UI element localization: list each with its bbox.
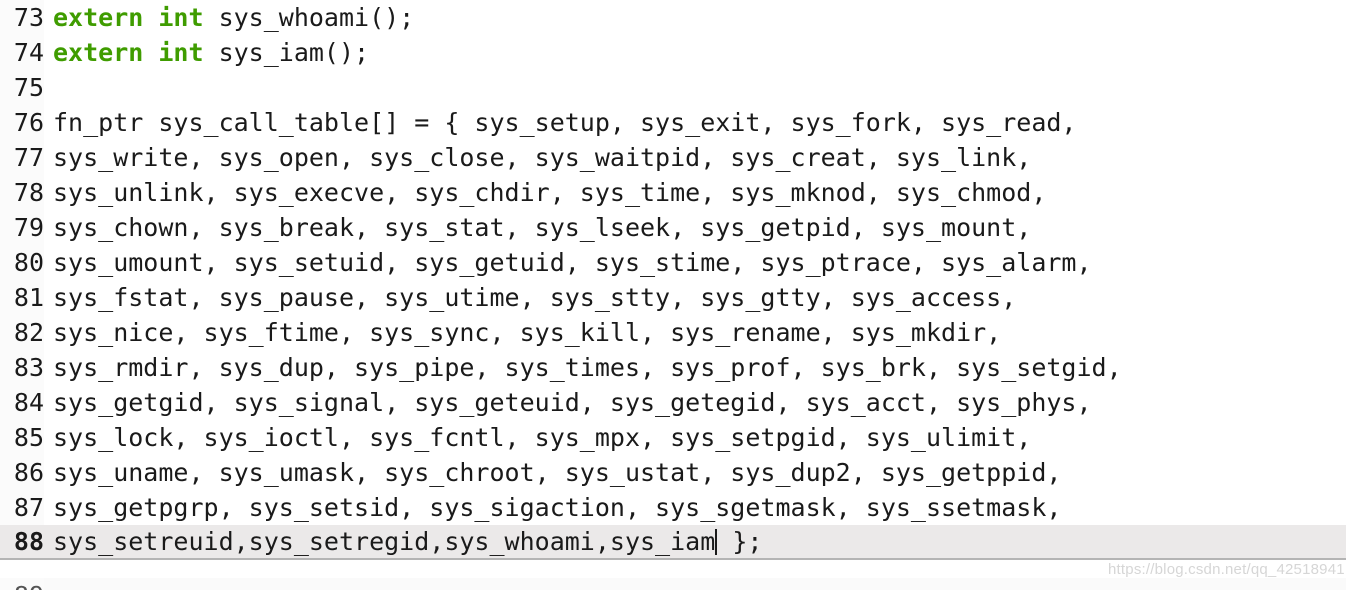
line-number-89: 89: [0, 578, 44, 590]
code-line[interactable]: 77 sys_write, sys_open, sys_close, sys_wa…: [0, 140, 1346, 175]
line-content-77[interactable]: sys_write, sys_open, sys_close, sys_wait…: [44, 140, 1346, 175]
line-number-80: 80: [0, 245, 44, 280]
line-content-84[interactable]: sys_getgid, sys_signal, sys_geteuid, sys…: [44, 385, 1346, 420]
code-text: sys_umount, sys_setuid, sys_getuid, sys_…: [53, 248, 1092, 277]
keyword-token: extern int: [53, 38, 204, 67]
code-text: sys_getgid, sys_signal, sys_geteuid, sys…: [53, 388, 1092, 417]
code-line[interactable]: 75: [0, 70, 1346, 105]
code-text: sys_whoami();: [203, 3, 415, 32]
code-line[interactable]: 85 sys_lock, sys_ioctl, sys_fcntl, sys_mp…: [0, 420, 1346, 455]
code-lines-container[interactable]: 73 extern int sys_whoami(); 74 extern int s…: [0, 0, 1346, 560]
line-number-74: 74: [0, 35, 44, 70]
line-content-87[interactable]: sys_getpgrp, sys_setsid, sys_sigaction, …: [44, 490, 1346, 525]
line-content-82[interactable]: sys_nice, sys_ftime, sys_sync, sys_kill,…: [44, 315, 1346, 350]
line-number-88: 88: [13, 527, 44, 556]
code-line[interactable]: 79 sys_chown, sys_break, sys_stat, sys_ls…: [0, 210, 1346, 245]
line-content-79[interactable]: sys_chown, sys_break, sys_stat, sys_lsee…: [44, 210, 1346, 245]
code-line[interactable]: 76 fn_ptr sys_call_table[] = { sys_setup,…: [0, 105, 1346, 140]
keyword-token: extern int: [53, 3, 204, 32]
line-number-82: 82: [0, 315, 44, 350]
code-text: sys_getpgrp, sys_setsid, sys_sigaction, …: [53, 493, 1062, 522]
code-text: sys_rmdir, sys_dup, sys_pipe, sys_times,…: [53, 353, 1122, 382]
line-content-81[interactable]: sys_fstat, sys_pause, sys_utime, sys_stt…: [44, 280, 1346, 315]
code-line[interactable]: 87 sys_getpgrp, sys_setsid, sys_sigaction…: [0, 490, 1346, 525]
code-line[interactable]: 74 extern int sys_iam();: [0, 35, 1346, 70]
line-number-73: 73: [0, 0, 44, 35]
line-number-81: 81: [0, 280, 44, 315]
code-text: sys_chown, sys_break, sys_stat, sys_lsee…: [53, 213, 1032, 242]
code-line[interactable]: 83 sys_rmdir, sys_dup, sys_pipe, sys_time…: [0, 350, 1346, 385]
code-editor[interactable]: 73 extern int sys_whoami(); 74 extern int s…: [0, 0, 1346, 590]
code-text: sys_nice, sys_ftime, sys_sync, sys_kill,…: [53, 318, 1002, 347]
line-number-77: 77: [0, 140, 44, 175]
code-text: sys_fstat, sys_pause, sys_utime, sys_stt…: [53, 283, 1017, 312]
line-content-78[interactable]: sys_unlink, sys_execve, sys_chdir, sys_t…: [44, 175, 1346, 210]
line-content-73[interactable]: extern int sys_whoami();: [44, 0, 1346, 35]
code-text: sys_unlink, sys_execve, sys_chdir, sys_t…: [53, 178, 1047, 207]
code-text-after-cursor: };: [717, 527, 763, 556]
line-number-83: 83: [0, 350, 44, 385]
line-content-76[interactable]: fn_ptr sys_call_table[] = { sys_setup, s…: [44, 105, 1346, 140]
code-text: fn_ptr sys_call_table[] = { sys_setup, s…: [53, 108, 1077, 137]
code-line[interactable]: 81 sys_fstat, sys_pause, sys_utime, sys_s…: [0, 280, 1346, 315]
line-number-78: 78: [0, 175, 44, 210]
line-number-76: 76: [0, 105, 44, 140]
line-content-86[interactable]: sys_uname, sys_umask, sys_chroot, sys_us…: [44, 455, 1346, 490]
line-content-75[interactable]: [44, 70, 1346, 105]
code-line[interactable]: 78 sys_unlink, sys_execve, sys_chdir, sys…: [0, 175, 1346, 210]
code-line[interactable]: 82 sys_nice, sys_ftime, sys_sync, sys_kil…: [0, 315, 1346, 350]
code-line[interactable]: 80 sys_umount, sys_setuid, sys_getuid, sy…: [0, 245, 1346, 280]
line-content-74[interactable]: extern int sys_iam();: [44, 35, 1346, 70]
code-text: sys_write, sys_open, sys_close, sys_wait…: [53, 143, 1032, 172]
code-text-before-cursor: sys_setreuid,sys_setregid,sys_whoami,sys…: [53, 527, 716, 556]
line-number-79: 79: [0, 210, 44, 245]
code-text: sys_iam();: [203, 38, 370, 67]
code-line[interactable]: 86 sys_uname, sys_umask, sys_chroot, sys_…: [0, 455, 1346, 490]
line-content-80[interactable]: sys_umount, sys_setuid, sys_getuid, sys_…: [44, 245, 1346, 280]
partial-next-line: 89int sys_whoami(char *name, unsigned in…: [0, 578, 1346, 590]
line-number-85: 85: [0, 420, 44, 455]
line-number-86: 86: [0, 455, 44, 490]
line-number-87: 87: [0, 490, 44, 525]
code-text: sys_lock, sys_ioctl, sys_fcntl, sys_mpx,…: [53, 423, 1032, 452]
line-content-85[interactable]: sys_lock, sys_ioctl, sys_fcntl, sys_mpx,…: [44, 420, 1346, 455]
code-line[interactable]: 73 extern int sys_whoami();: [0, 0, 1346, 35]
line-number-84: 84: [0, 385, 44, 420]
line-number-75: 75: [0, 70, 44, 105]
code-line[interactable]: 84 sys_getgid, sys_signal, sys_geteuid, s…: [0, 385, 1346, 420]
code-text: sys_uname, sys_umask, sys_chroot, sys_us…: [53, 458, 1062, 487]
line-content-88[interactable]: sys_setreuid,sys_setregid,sys_whoami,sys…: [44, 525, 1346, 558]
code-line-current[interactable]: 88 sys_setreuid,sys_setregid,sys_whoami,s…: [0, 525, 1346, 560]
line-content-83[interactable]: sys_rmdir, sys_dup, sys_pipe, sys_times,…: [44, 350, 1346, 385]
